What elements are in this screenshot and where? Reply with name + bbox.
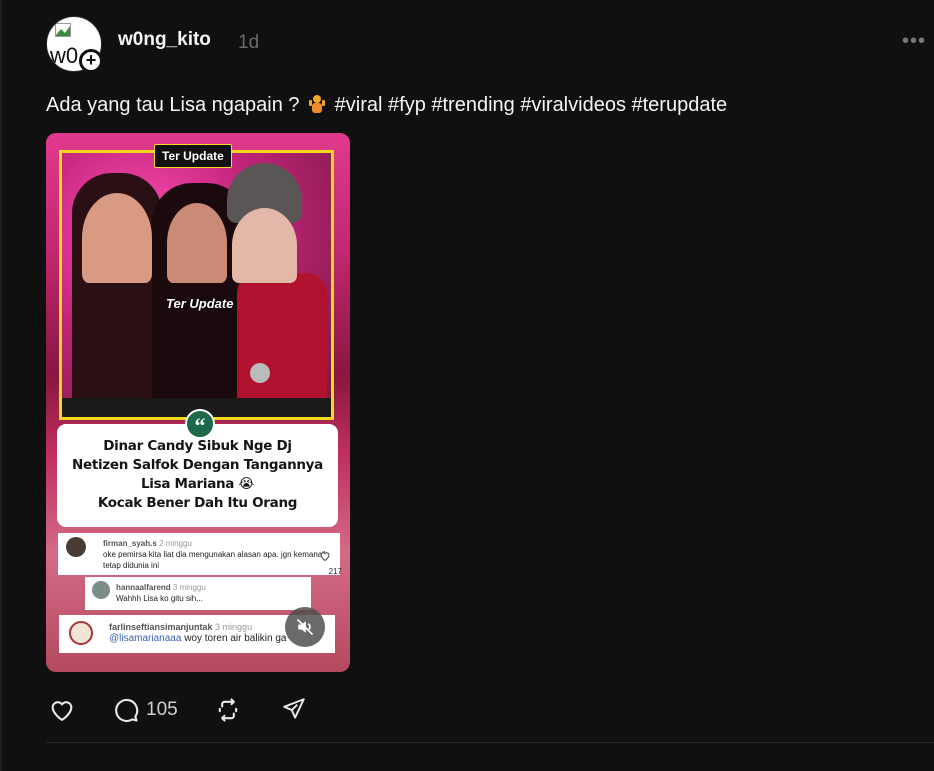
comment-avatar	[69, 621, 93, 645]
figure-left	[82, 193, 152, 283]
microphone	[250, 363, 270, 383]
username[interactable]: w0ng_kito	[118, 29, 211, 51]
comment-text: oke pemirsa kita liat dia mengunakan ala…	[103, 550, 326, 570]
comment-ago: 2 minggu	[159, 539, 192, 548]
caption-hashtags[interactable]: #viral #fyp #trending #viralvideos #teru…	[335, 94, 727, 116]
comment-likes: 217	[328, 567, 342, 576]
comment-ago: 3 minggu	[215, 622, 253, 632]
more-icon[interactable]: •••	[902, 31, 926, 51]
headline-line: Kocak Bener Dah Itu Orang	[97, 495, 298, 511]
comment-avatar	[92, 581, 110, 599]
ter-update-tag: Ter Update	[154, 144, 232, 168]
video-watermark: Ter Update	[166, 296, 234, 311]
avatar[interactable]: w0 +	[46, 16, 103, 73]
mute-button[interactable]	[285, 607, 325, 647]
thread-post: w0 + w0ng_kito 1d ••• Ada yang tau Lisa …	[0, 0, 934, 771]
headline-line: Dinar Candy Sibuk Nge Dj	[103, 438, 292, 454]
comment-user: farlinseftiansimanjuntak	[109, 622, 213, 632]
comment-body: woy toren air balikin ga	[181, 633, 287, 644]
broken-image-icon	[55, 23, 71, 37]
post-caption: Ada yang tau Lisa ngapain ? #viral #fyp …	[46, 94, 727, 117]
comment-user: hannaalfarend	[116, 583, 171, 592]
share-button[interactable]	[281, 696, 309, 724]
timestamp[interactable]: 1d	[238, 32, 259, 54]
comment-header: firman_syah.s 2 minggu	[103, 538, 334, 549]
comment-count: 105	[146, 699, 178, 720]
repost-button[interactable]	[214, 696, 242, 724]
send-icon	[283, 698, 305, 719]
screenshot-comment: firman_syah.s 2 minggu oke pemirsa kita …	[58, 533, 340, 575]
post-header: w0 + w0ng_kito 1d •••	[46, 16, 926, 73]
comment-text: Wahhh Lisa ko gitu sih...	[116, 594, 203, 603]
mute-icon	[296, 618, 314, 636]
repost-icon	[218, 698, 238, 722]
person-shrugging-emoji-icon	[309, 95, 326, 113]
post-divider	[46, 742, 934, 743]
avatar-alt-text: w0	[50, 43, 79, 68]
quote-icon: “	[185, 409, 215, 439]
figure-right	[232, 208, 297, 283]
comment-icon	[115, 698, 139, 722]
heart-icon	[51, 701, 73, 721]
comment-button[interactable]: 105	[112, 696, 182, 724]
follow-plus-icon[interactable]: +	[79, 49, 103, 73]
like-button[interactable]	[48, 696, 76, 724]
headline-line: Lisa Mariana 😭	[140, 476, 254, 492]
figure-middle	[167, 203, 227, 283]
comment-ago: 3 minggu	[172, 583, 206, 592]
comment-avatar	[66, 537, 86, 557]
feed-left-border	[0, 0, 2, 771]
heart-icon	[320, 552, 330, 562]
comment-header: hannaalfarend 3 minggu	[116, 582, 305, 593]
comment-mention: @lisamarianaaa	[109, 633, 182, 644]
video-media[interactable]: Ter Update Ter Update Dinar Candy Sibuk …	[46, 133, 350, 672]
headline-card: Dinar Candy Sibuk Nge Dj Netizen Salfok …	[57, 424, 338, 527]
headline-line: Netizen Salfok Dengan Tangannya	[72, 457, 323, 473]
video-frame: Ter Update	[59, 150, 334, 420]
comment-user: firman_syah.s	[103, 539, 157, 548]
caption-text: Ada yang tau Lisa ngapain ?	[46, 94, 300, 116]
screenshot-comment: hannaalfarend 3 minggu Wahhh Lisa ko git…	[85, 577, 311, 610]
